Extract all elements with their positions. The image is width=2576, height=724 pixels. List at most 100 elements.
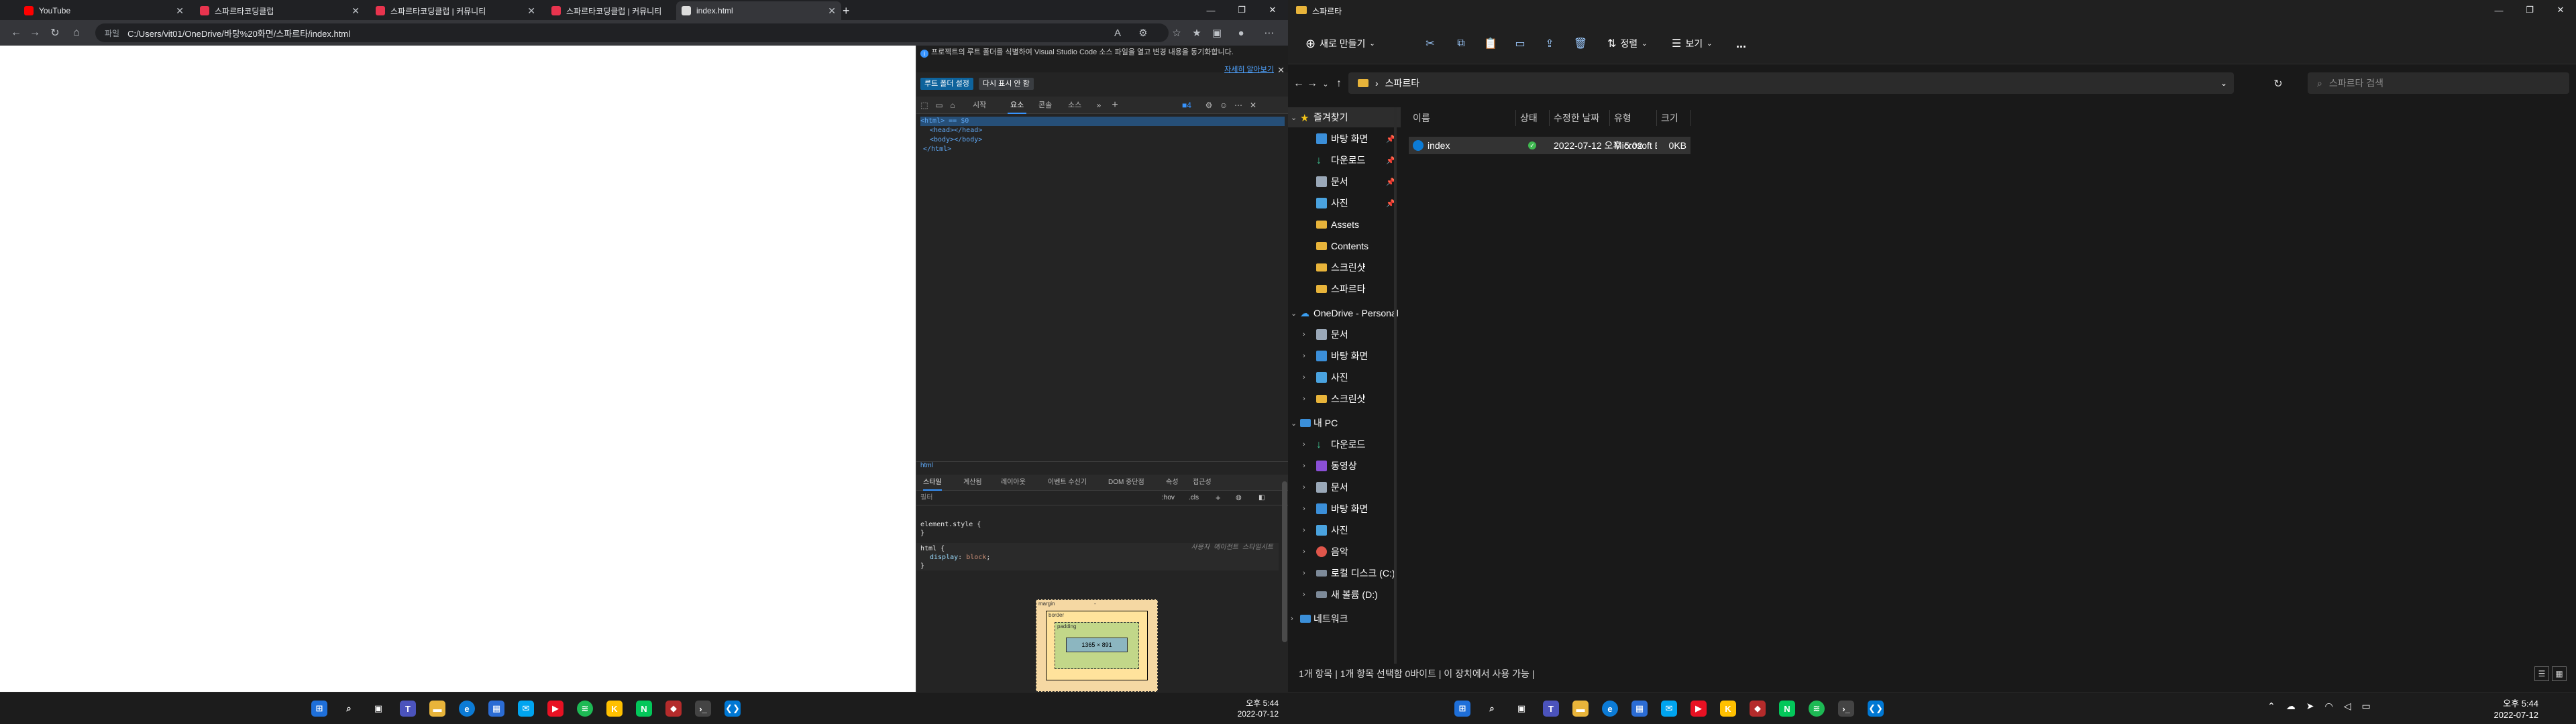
- new-rule-icon[interactable]: +: [1216, 491, 1221, 505]
- wifi-icon[interactable]: ◠: [2324, 701, 2332, 712]
- styles-scrollbar[interactable]: [1282, 481, 1287, 642]
- onedrive-icon[interactable]: ☁: [2286, 701, 2296, 712]
- home-icon[interactable]: ⌂: [947, 100, 958, 111]
- volume-icon[interactable]: ◁: [2344, 701, 2351, 712]
- nav-pc-desktop[interactable]: › 바탕 화면: [1288, 499, 1401, 519]
- nav-pc-downloads[interactable]: › ↓ 다운로드: [1288, 434, 1401, 455]
- nav-item-assets[interactable]: Assets: [1288, 215, 1401, 235]
- spotify-icon[interactable]: ≋: [577, 701, 593, 717]
- tab-accessibility[interactable]: 접근성: [1193, 475, 1212, 491]
- nav-pc-volume-d[interactable]: › 새 볼륨 (D:): [1288, 585, 1401, 605]
- delete-icon[interactable]: 🗑: [1572, 36, 1589, 51]
- tab-dom-breakpoints[interactable]: DOM 중단점: [1108, 475, 1144, 491]
- new-button[interactable]: ⊕ 새로 만들기 ⌄: [1305, 35, 1375, 52]
- path-segment[interactable]: 스파르타: [1385, 76, 1420, 90]
- tab-properties[interactable]: 속성: [1166, 475, 1178, 491]
- close-window-icon[interactable]: ✕: [2545, 0, 2576, 20]
- inspect-icon[interactable]: ⬚: [919, 100, 930, 111]
- paste-icon[interactable]: 📋: [1483, 36, 1499, 51]
- refresh-icon[interactable]: ↻: [47, 25, 63, 40]
- new-tab-button[interactable]: +: [837, 1, 857, 20]
- tab-styles[interactable]: 스타일: [923, 475, 942, 491]
- dom-node-head[interactable]: <head></head>: [920, 126, 1285, 135]
- nav-network[interactable]: › 네트워크: [1288, 609, 1401, 629]
- styles-filter[interactable]: 필터 :hov .cls + ◍ ◧: [916, 491, 1289, 505]
- details-view-icon[interactable]: ☰: [2534, 666, 2549, 681]
- dom-node-html-close[interactable]: </html>: [920, 145, 1285, 154]
- taskbar-clock[interactable]: 오후 5:44 2022-07-12: [1238, 698, 1279, 719]
- copy-icon[interactable]: ⧉: [1453, 36, 1469, 51]
- close-devtools-icon[interactable]: ✕: [1248, 100, 1258, 111]
- chat-icon[interactable]: T: [1543, 701, 1559, 717]
- nav-item-documents[interactable]: 문서 📌: [1288, 172, 1401, 192]
- tab-event-listeners[interactable]: 이벤트 수신기: [1048, 475, 1087, 491]
- nav-pc-local-disk-c[interactable]: › 로컬 디스크 (C:): [1288, 563, 1401, 583]
- tab-welcome[interactable]: 시작: [970, 97, 989, 114]
- youtube-icon[interactable]: ▶: [547, 701, 564, 717]
- nav-pc-music[interactable]: › 음악: [1288, 542, 1401, 562]
- path-bar[interactable]: › 스파르타 ⌄: [1348, 72, 2234, 94]
- tab-youtube[interactable]: YouTube ✕: [19, 1, 189, 20]
- naver-icon[interactable]: N: [636, 701, 652, 717]
- nav-item-screenshots[interactable]: 스크린샷: [1288, 257, 1401, 278]
- color-palette-icon[interactable]: ◍: [1236, 491, 1242, 505]
- nav-onedrive-documents[interactable]: › 문서: [1288, 324, 1401, 345]
- nav-quick-access[interactable]: ⌄ ★ 즐겨찾기: [1288, 107, 1401, 127]
- profile-avatar-icon[interactable]: ●: [1233, 25, 1249, 40]
- column-header-status[interactable]: 상태: [1516, 110, 1550, 126]
- column-header-name[interactable]: 이름: [1409, 110, 1516, 126]
- file-explorer-icon[interactable]: ▬: [1572, 701, 1589, 717]
- nav-onedrive-desktop[interactable]: › 바탕 화면: [1288, 346, 1401, 366]
- more-menu-icon[interactable]: ⋯: [1233, 100, 1244, 111]
- search-field[interactable]: ⌕ 스파르타 검색: [2308, 72, 2569, 94]
- send-icon[interactable]: ➤: [2306, 701, 2314, 712]
- forward-icon[interactable]: →: [27, 25, 43, 40]
- nav-pc-pictures[interactable]: › 사진: [1288, 520, 1401, 540]
- column-header-size[interactable]: 크기: [1657, 110, 1690, 126]
- refresh-icon[interactable]: ↻: [2270, 76, 2286, 91]
- spotify-icon[interactable]: ≋: [1809, 701, 1825, 717]
- nav-item-pictures[interactable]: 사진 📌: [1288, 193, 1401, 213]
- dom-node-html[interactable]: <html> == $0: [920, 117, 1285, 126]
- more-options-button[interactable]: ...: [1736, 35, 1746, 52]
- dom-node-body[interactable]: <body></body>: [920, 135, 1285, 145]
- task-view-icon[interactable]: ▣: [1513, 701, 1529, 717]
- close-tab-icon[interactable]: ✕: [527, 5, 535, 17]
- feedback-icon[interactable]: ☺: [1218, 100, 1229, 111]
- nav-onedrive-screenshots[interactable]: › 스크린샷: [1288, 389, 1401, 409]
- file-row[interactable]: index ✓ 2022-07-12 오후 5:02 Microsoft Edg…: [1409, 137, 1690, 154]
- nav-onedrive-pictures[interactable]: › 사진: [1288, 367, 1401, 387]
- terminal-icon[interactable]: ›_: [695, 701, 711, 717]
- nav-item-contents[interactable]: Contents: [1288, 236, 1401, 256]
- nav-onedrive[interactable]: ⌄ ☁ OneDrive - Personal: [1288, 303, 1401, 323]
- tab-index-html[interactable]: index.html ✕: [676, 1, 841, 20]
- youtube-icon[interactable]: ▶: [1690, 701, 1707, 717]
- breadcrumb[interactable]: html: [916, 461, 1289, 471]
- view-button[interactable]: ☰ 보기 ⌄: [1672, 35, 1713, 52]
- column-header-type[interactable]: 유형: [1610, 110, 1657, 126]
- home-icon[interactable]: ⌂: [68, 25, 85, 40]
- tab-computed[interactable]: 계산됨: [963, 475, 982, 491]
- file-explorer-icon[interactable]: ▬: [429, 701, 445, 717]
- minimize-icon[interactable]: —: [2483, 0, 2514, 20]
- store-icon[interactable]: ▦: [488, 701, 504, 717]
- tab-sparta-community-1[interactable]: 스파르타코딩클럽 | 커뮤니티 ✕: [370, 1, 541, 20]
- battery-icon[interactable]: ▭: [2361, 701, 2370, 712]
- restore-icon[interactable]: ❐: [2514, 0, 2545, 20]
- address-bar[interactable]: 파일 C:/Users/vit01/OneDrive/바탕%20화면/스파르타/…: [95, 23, 1169, 42]
- terminal-icon[interactable]: ›_: [1838, 701, 1854, 717]
- tab-elements[interactable]: 요소: [1008, 97, 1027, 114]
- tab-layout[interactable]: 레이아웃: [1001, 475, 1026, 491]
- edge-icon[interactable]: e: [1602, 701, 1618, 717]
- start-icon[interactable]: ⊞: [1454, 701, 1470, 717]
- task-view-icon[interactable]: ▣: [370, 701, 386, 717]
- read-aloud-icon[interactable]: A: [1110, 25, 1126, 40]
- box-content-size[interactable]: 1365 × 891: [1066, 638, 1128, 652]
- edge-icon[interactable]: e: [459, 701, 475, 717]
- app-icon[interactable]: ◆: [1750, 701, 1766, 717]
- more-menu-icon[interactable]: ⋯: [1261, 25, 1277, 40]
- css-value[interactable]: block: [966, 554, 986, 561]
- tab-console[interactable]: 콘솔: [1036, 97, 1055, 114]
- dont-show-again-button[interactable]: 다시 표시 안 함: [978, 78, 1034, 90]
- kakao-icon[interactable]: K: [606, 701, 623, 717]
